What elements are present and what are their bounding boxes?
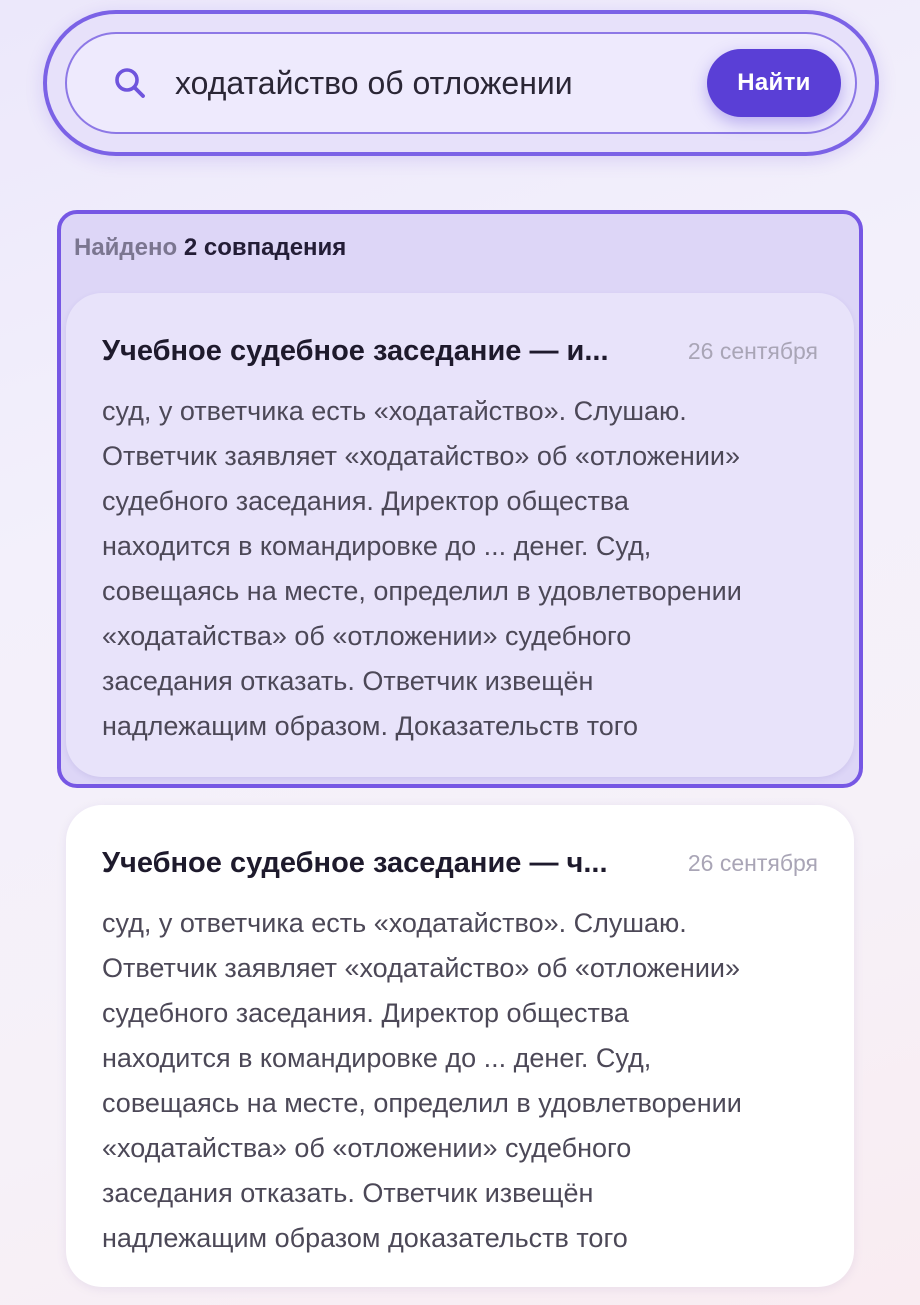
search-button[interactable]: Найти <box>707 49 841 117</box>
results-count-prefix: Найдено <box>74 234 178 261</box>
result-card-header: Учебное судебное заседание — ч... 26 сен… <box>102 845 818 881</box>
result-title: Учебное судебное заседание — ч... <box>102 846 608 879</box>
result-snippet: суд, у ответчика есть «ходатайство». Слу… <box>102 908 742 1253</box>
result-snippet: суд, у ответчика есть «ходатайство». Слу… <box>102 396 742 741</box>
search-field-container[interactable]: Найти <box>65 32 857 134</box>
result-card[interactable]: Учебное судебное заседание — ч... 26 сен… <box>66 805 854 1287</box>
search-input[interactable] <box>175 58 707 108</box>
result-date: 26 сентября <box>687 849 818 876</box>
results-count: Найдено 2 совпадения <box>74 234 346 262</box>
result-card[interactable]: Учебное судебное заседание — и... 26 сен… <box>66 293 854 777</box>
results-count-value: 2 совпадения <box>183 234 347 261</box>
result-date: 26 сентября <box>687 337 818 364</box>
result-title: Учебное судебное заседание — и... <box>102 334 609 367</box>
search-icon <box>113 66 147 100</box>
search-bar: Найти <box>43 10 879 156</box>
result-card-header: Учебное судебное заседание — и... 26 сен… <box>102 333 818 369</box>
